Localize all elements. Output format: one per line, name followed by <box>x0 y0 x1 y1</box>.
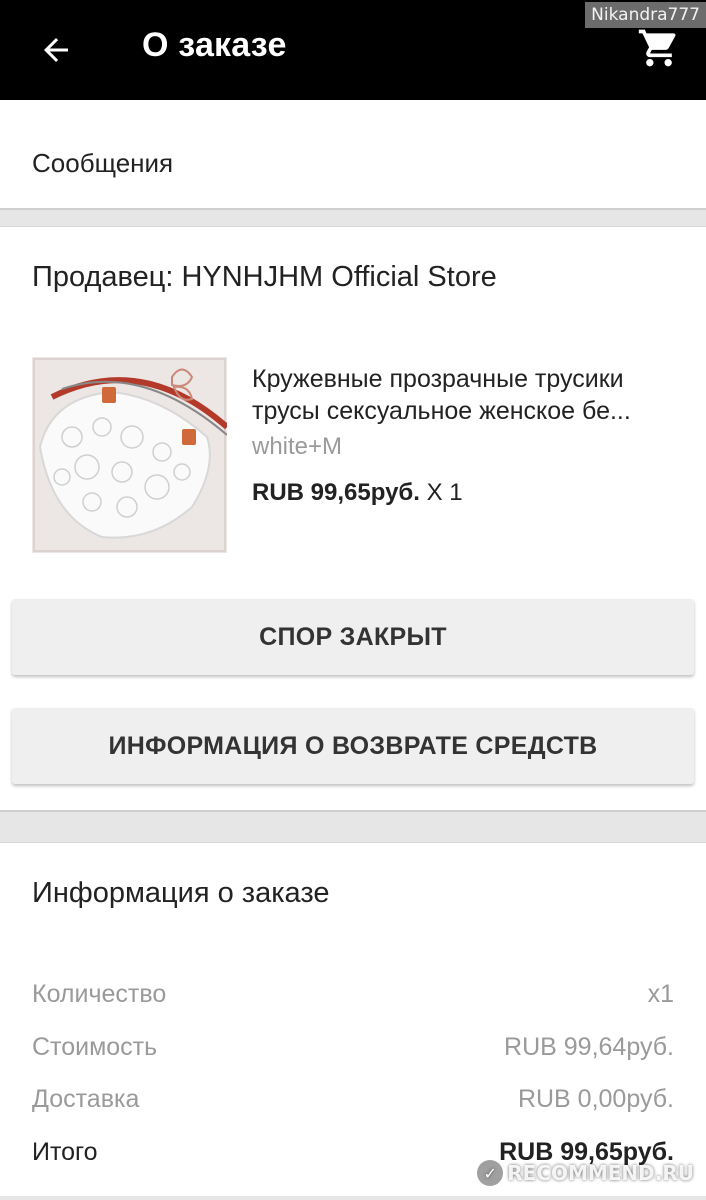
cart-button[interactable] <box>632 24 686 72</box>
order-info-card: Информация о заказе Количество x1 Стоимо… <box>0 842 706 1196</box>
seller-name[interactable]: Продавец: HYNHJHM Official Store <box>32 261 497 294</box>
info-row-shipping: Доставка RUB 0,00руб. <box>32 1081 674 1117</box>
info-label: Количество <box>32 979 167 1008</box>
info-label: Доставка <box>32 1084 140 1113</box>
watermark-site: ✓ RECOMMEND.RU <box>477 1160 694 1186</box>
product-title-line2: трусы сексуальное женское бе... <box>252 397 631 425</box>
messages-row[interactable]: Сообщения <box>0 100 706 210</box>
watermark-site-text: RECOMMEND.RU <box>507 1161 694 1185</box>
product-title[interactable]: Кружевные прозрачные трусики трусы сексу… <box>252 363 682 427</box>
product-photo-icon <box>32 357 227 553</box>
order-card: Продавец: HYNHJHM Official Store Кружевн… <box>0 226 706 812</box>
cart-icon <box>638 29 676 67</box>
product-title-line1: Кружевные прозрачные трусики <box>252 365 624 393</box>
refund-info-button[interactable]: ИНФОРМАЦИЯ О ВОЗВРАТЕ СРЕДСТВ <box>12 708 694 784</box>
product-variant: white+M <box>252 433 343 460</box>
back-button[interactable] <box>30 24 82 76</box>
info-label: Итого <box>32 1137 98 1166</box>
dispute-closed-button[interactable]: СПОР ЗАКРЫТ <box>12 599 694 675</box>
info-row-quantity: Количество x1 <box>32 976 674 1012</box>
product-price-line: RUB 99,65руб. X 1 <box>252 479 463 507</box>
info-value: RUB 0,00руб. <box>517 1084 674 1113</box>
info-label: Стоимость <box>32 1032 158 1061</box>
app-toolbar: О заказе Nikandra777 <box>0 0 706 100</box>
page-title: О заказе <box>142 26 287 64</box>
product-quantity: X 1 <box>426 479 463 506</box>
watermark-username: Nikandra777 <box>585 2 706 28</box>
messages-label: Сообщения <box>32 148 174 178</box>
recommend-logo-icon: ✓ <box>477 1160 504 1186</box>
info-value: x1 <box>647 979 674 1008</box>
arrow-left-icon <box>44 38 68 62</box>
order-info-title: Информация о заказе <box>32 877 330 909</box>
product-image[interactable] <box>32 357 227 553</box>
info-row-cost: Стоимость RUB 99,64руб. <box>32 1029 674 1065</box>
product-price: RUB 99,65руб. <box>252 479 420 506</box>
info-value: RUB 99,64руб. <box>504 1032 674 1061</box>
